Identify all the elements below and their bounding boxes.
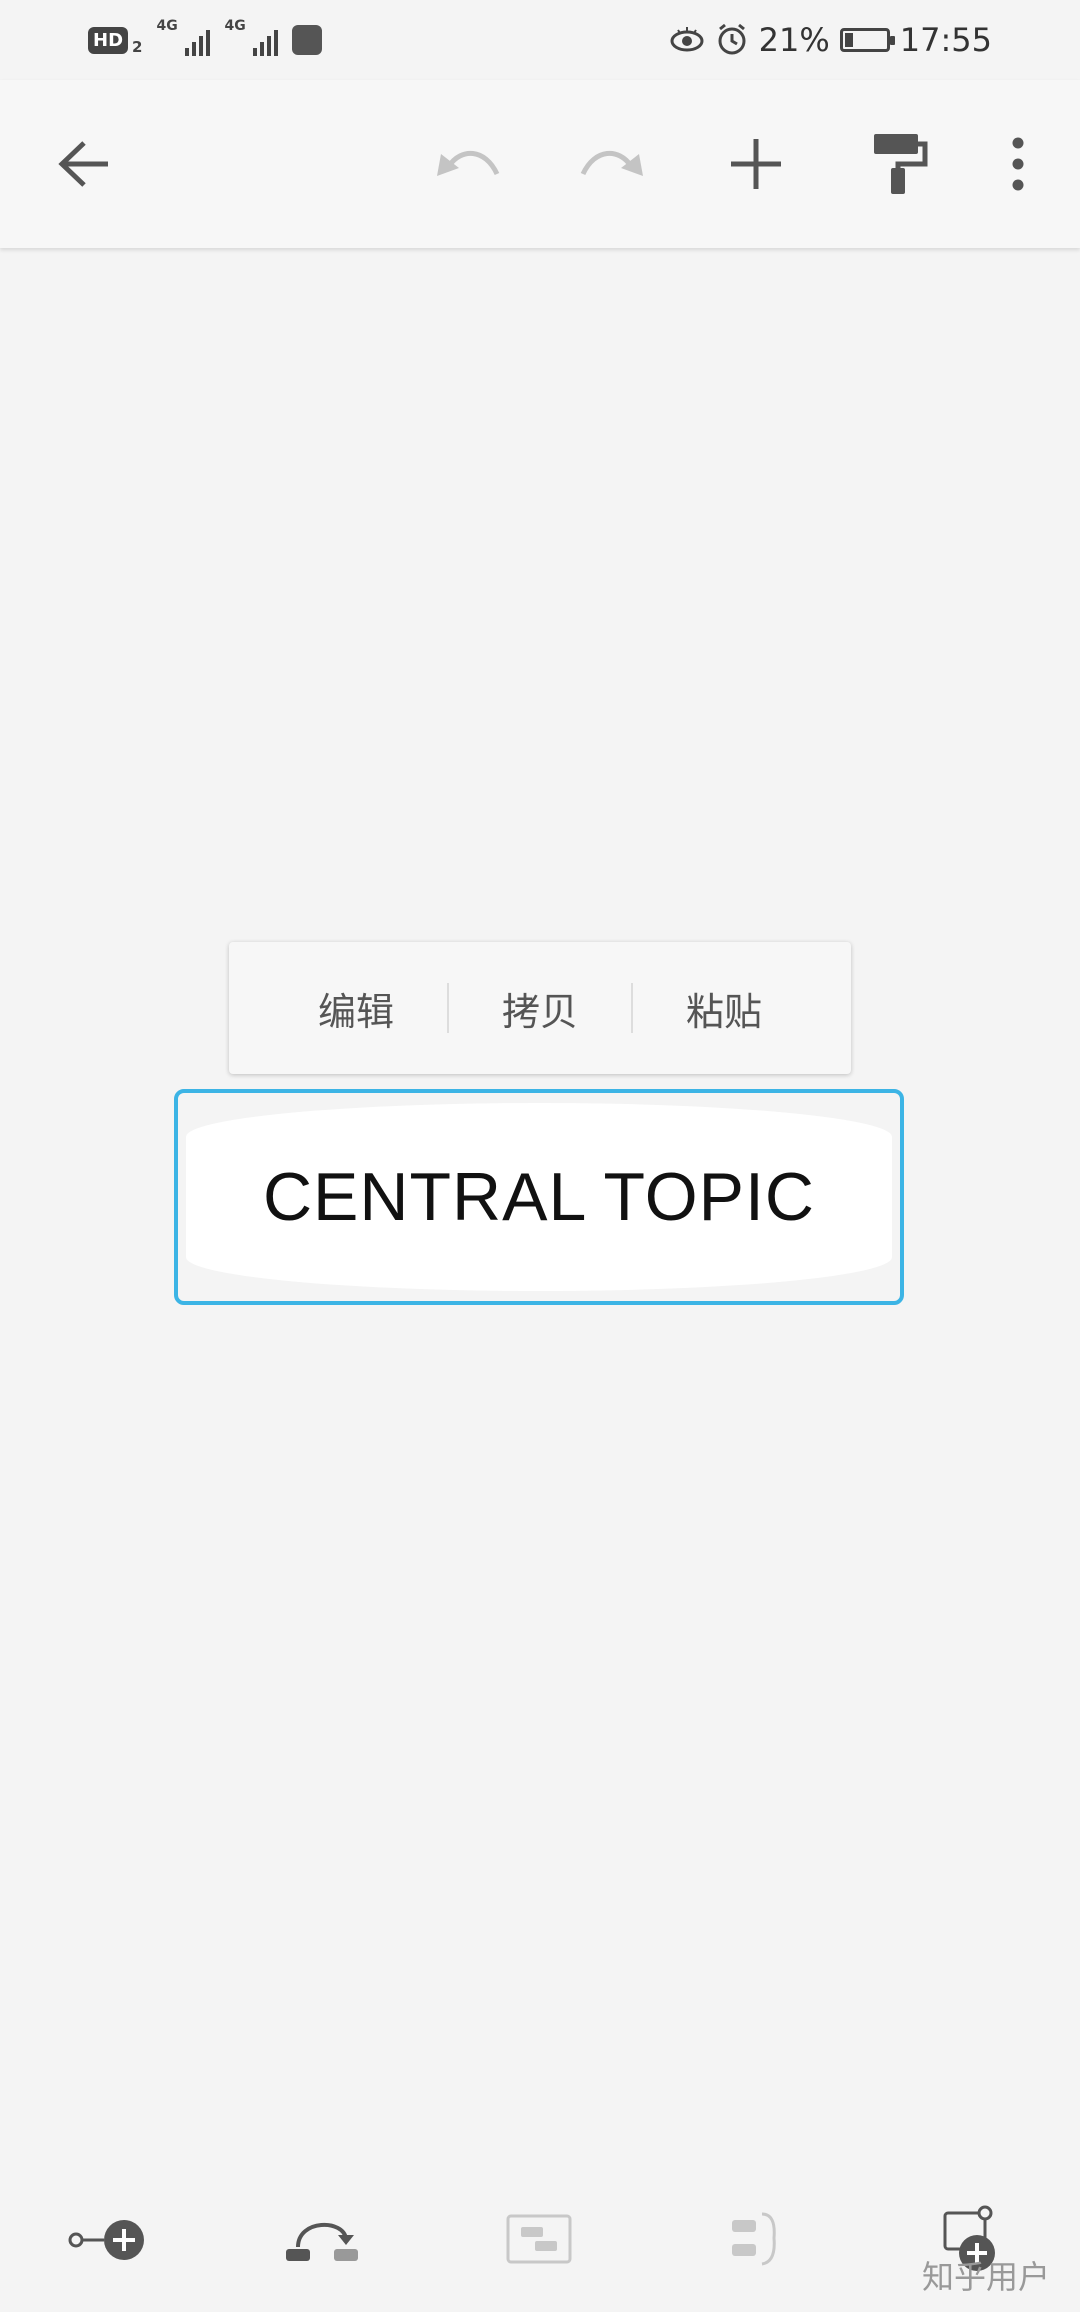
central-topic-label: CENTRAL TOPIC [262,1159,816,1235]
format-painter-icon [874,134,928,194]
summary-button[interactable] [706,2190,806,2290]
clock: 17:55 [899,21,992,59]
battery-fill [844,33,853,47]
app-notification-icon [292,25,323,55]
add-subtopic-button[interactable] [58,2190,158,2290]
redo-button[interactable] [562,114,662,214]
add-subtopic-icon [68,2220,144,2260]
alarm-icon [718,23,746,55]
status-left: HD 2 4G 4G [88,18,323,58]
paste-menu-item[interactable]: 粘贴 [633,981,815,1036]
more-options-button[interactable] [968,114,1068,214]
copy-menu-item[interactable]: 拷贝 [449,981,631,1036]
add-button[interactable] [706,114,806,214]
undo-icon [437,150,500,176]
summary-icon [732,2212,776,2266]
hd-badge: HD [88,26,129,54]
more-vert-icon [1012,137,1024,191]
boundary-button[interactable] [490,2190,590,2290]
edit-menu-item[interactable]: 编辑 [265,981,447,1036]
status-bar: HD 2 4G 4G 21% 17:55 [0,0,1080,80]
undo-button[interactable] [418,114,518,214]
battery-icon [839,28,895,52]
context-menu: 编辑 拷贝 粘贴 [229,942,851,1074]
central-topic-node[interactable]: CENTRAL TOPIC [174,1089,904,1305]
status-right: 21% 17:55 [669,18,992,62]
redo-icon [580,150,643,176]
hd-sub: 2 [132,38,143,56]
battery-percent: 21% [758,21,830,59]
relationship-icon [286,2223,358,2261]
relationship-button[interactable] [274,2190,374,2290]
add-icon [731,139,781,189]
app-toolbar [0,80,1080,248]
signal-icon: 4G [224,18,279,58]
boundary-icon [506,2214,572,2264]
watermark: 知乎用户 [921,2258,1050,2296]
eye-icon [670,27,704,52]
format-painter-button[interactable] [850,114,950,214]
back-button[interactable] [34,114,134,214]
back-arrow-icon [58,141,108,187]
bottom-toolbar [0,2190,1080,2290]
signal-icon: 4G [156,18,211,58]
